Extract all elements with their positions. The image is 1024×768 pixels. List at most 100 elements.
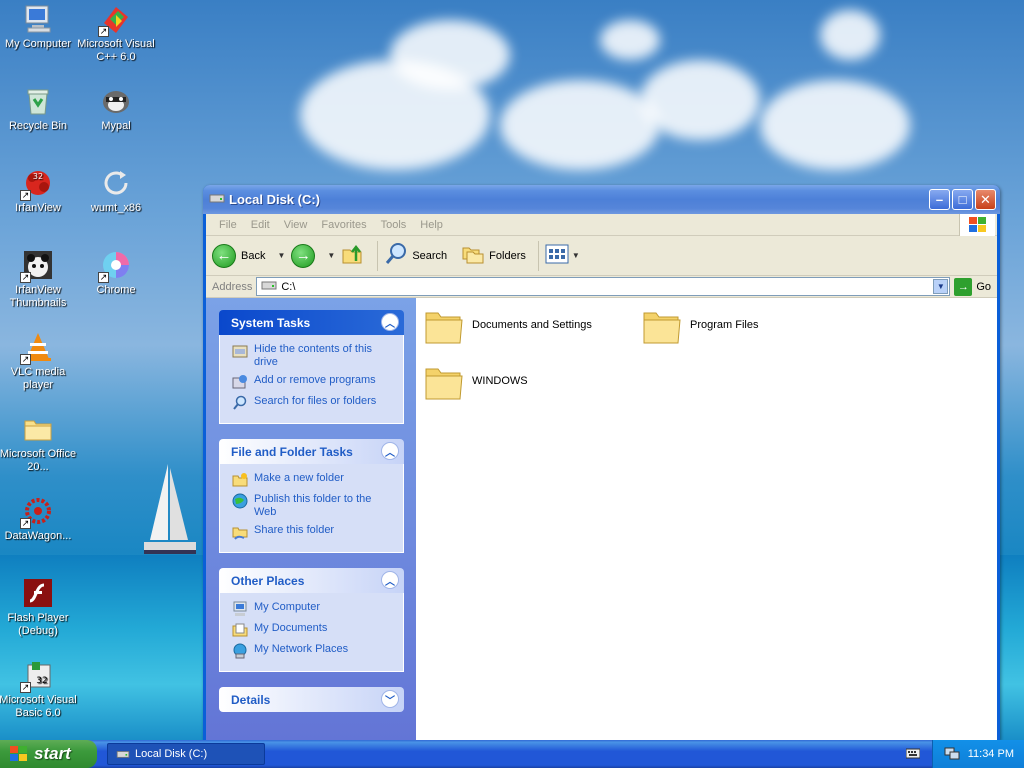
task-share-folder[interactable]: Share this folder bbox=[232, 524, 393, 540]
folders-icon bbox=[461, 242, 485, 269]
minimize-button[interactable]: – bbox=[929, 189, 950, 210]
irfanview-thumbnails-icon: ↗ bbox=[20, 249, 54, 283]
desktop-icon-chrome[interactable]: ↗ Chrome bbox=[76, 249, 156, 297]
cloud bbox=[820, 10, 880, 60]
file-folder-tasks-header[interactable]: File and Folder Tasks ︿ bbox=[219, 439, 404, 464]
drive-icon bbox=[209, 192, 225, 207]
task-label: Search for files or folders bbox=[254, 395, 377, 407]
desktop-icon-my-computer[interactable]: My Computer bbox=[0, 3, 78, 51]
go-button[interactable]: → Go bbox=[954, 277, 991, 296]
desktop-icon-datawagon[interactable]: ↗ DataWagon... bbox=[0, 495, 78, 543]
task-add-remove-programs[interactable]: Add or remove programs bbox=[232, 374, 393, 390]
system-tasks-header[interactable]: System Tasks ︿ bbox=[219, 310, 404, 335]
search-button[interactable]: Search bbox=[384, 242, 447, 269]
desktop-icon-visual-cpp[interactable]: ↗ Microsoft Visual C++ 6.0 bbox=[76, 3, 156, 64]
go-label: Go bbox=[976, 280, 991, 293]
forward-arrow-icon: → bbox=[291, 243, 316, 268]
views-icon bbox=[545, 244, 569, 267]
window-content: System Tasks ︿ Hide the contents of this… bbox=[206, 298, 997, 740]
forward-button[interactable]: → bbox=[291, 243, 316, 268]
cloud bbox=[760, 80, 910, 170]
desktop-icon-label: Chrome bbox=[96, 284, 136, 296]
system-tasks-body: Hide the contents of this drive Add or r… bbox=[219, 335, 404, 424]
menu-help[interactable]: Help bbox=[413, 219, 450, 231]
my-computer-icon bbox=[232, 601, 248, 617]
task-publish-folder[interactable]: Publish this folder to the Web bbox=[232, 493, 393, 519]
datawagon-icon: ↗ bbox=[20, 495, 54, 529]
back-button[interactable]: ← Back bbox=[212, 243, 266, 268]
desktop-icon-irfanview-thumbnails[interactable]: ↗ IrfanView Thumbnails bbox=[0, 249, 78, 310]
place-my-documents[interactable]: My Documents bbox=[232, 622, 393, 638]
forward-dropdown-icon[interactable]: ▼ bbox=[327, 251, 335, 260]
folder-icon bbox=[424, 364, 464, 400]
menu-bar: File Edit View Favorites Tools Help bbox=[206, 214, 997, 236]
taskbar-window-button[interactable]: Local Disk (C:) bbox=[107, 743, 265, 765]
search-icon bbox=[384, 242, 408, 269]
close-button[interactable]: ✕ bbox=[975, 189, 996, 210]
svg-text:32: 32 bbox=[33, 172, 43, 181]
folder-name: Documents and Settings bbox=[472, 319, 592, 331]
shortcut-arrow-icon: ↗ bbox=[20, 682, 31, 693]
sailboat-image bbox=[144, 464, 196, 554]
folders-button[interactable]: Folders bbox=[461, 242, 526, 269]
network-places-icon bbox=[232, 643, 248, 659]
desktop-icon-label: VLC media player bbox=[10, 366, 66, 391]
task-label: Add or remove programs bbox=[254, 374, 376, 386]
details-header[interactable]: Details ﹀ bbox=[219, 687, 404, 712]
place-my-computer[interactable]: My Computer bbox=[232, 601, 393, 617]
desktop-icon-label: Microsoft Visual Basic 6.0 bbox=[0, 694, 77, 719]
folder-item[interactable]: Program Files bbox=[642, 308, 842, 344]
close-icon: ✕ bbox=[980, 191, 991, 207]
shortcut-arrow-icon: ↗ bbox=[20, 272, 31, 283]
up-folder-button[interactable] bbox=[341, 242, 365, 269]
shortcut-arrow-icon: ↗ bbox=[20, 518, 31, 529]
toolbar-separator bbox=[537, 240, 539, 271]
address-value: C:\ bbox=[281, 280, 296, 293]
other-places-header[interactable]: Other Places ︿ bbox=[219, 568, 404, 593]
task-search-files[interactable]: Search for files or folders bbox=[232, 395, 393, 411]
desktop-icon-recycle-bin[interactable]: Recycle Bin bbox=[0, 85, 78, 133]
title-bar[interactable]: Local Disk (C:) – □ ✕ bbox=[203, 185, 1000, 214]
desktop-icon-visual-basic[interactable]: 32 ↗ Microsoft Visual Basic 6.0 bbox=[0, 659, 78, 720]
folder-icon bbox=[642, 308, 682, 344]
menu-edit[interactable]: Edit bbox=[244, 219, 277, 231]
menu-tools[interactable]: Tools bbox=[374, 219, 414, 231]
address-input[interactable]: C:\ ▼ bbox=[256, 277, 951, 296]
task-label: Publish this folder to the Web bbox=[254, 493, 372, 518]
folder-item[interactable]: Documents and Settings bbox=[424, 308, 624, 344]
desktop-icon-ms-office[interactable]: Microsoft Office 20... bbox=[0, 413, 78, 474]
menu-file[interactable]: File bbox=[212, 219, 244, 231]
chevron-down-icon[interactable]: ﹀ bbox=[381, 690, 399, 708]
chevron-up-icon[interactable]: ︿ bbox=[381, 571, 399, 589]
menu-view[interactable]: View bbox=[277, 219, 315, 231]
keyboard-icon[interactable] bbox=[906, 747, 920, 759]
desktop-icon-flash-player[interactable]: Flash Player (Debug) bbox=[0, 577, 78, 638]
desktop-icon-mypal[interactable]: Mypal bbox=[76, 85, 156, 133]
chevron-up-icon[interactable]: ︿ bbox=[381, 442, 399, 460]
shortcut-arrow-icon: ↗ bbox=[98, 26, 109, 37]
desktop-icon-label: Microsoft Office 20... bbox=[0, 448, 77, 473]
recycle-bin-icon bbox=[22, 85, 54, 117]
back-label: Back bbox=[241, 249, 266, 262]
my-documents-icon bbox=[232, 622, 248, 638]
back-dropdown-icon[interactable]: ▼ bbox=[277, 251, 285, 260]
cloud bbox=[640, 60, 760, 140]
cloud bbox=[500, 80, 660, 170]
task-make-new-folder[interactable]: Make a new folder bbox=[232, 472, 393, 488]
chevron-up-icon[interactable]: ︿ bbox=[381, 313, 399, 331]
desktop-icon-vlc[interactable]: ↗ VLC media player bbox=[0, 331, 78, 392]
network-icon[interactable] bbox=[944, 747, 960, 761]
desktop-icon-irfanview[interactable]: 32 ↗ IrfanView bbox=[0, 167, 78, 215]
folder-item[interactable]: WINDOWS bbox=[424, 364, 624, 400]
address-dropdown-icon[interactable]: ▼ bbox=[933, 279, 949, 294]
task-hide-drive-contents[interactable]: Hide the contents of this drive bbox=[232, 343, 393, 369]
clock[interactable]: 11:34 PM bbox=[968, 748, 1014, 760]
start-button[interactable]: start bbox=[0, 740, 97, 768]
desktop-icon-wumt[interactable]: wumt_x86 bbox=[76, 167, 156, 215]
minimize-icon: – bbox=[935, 192, 944, 207]
explorer-window[interactable]: Local Disk (C:) – □ ✕ File Edit View Fav… bbox=[203, 185, 1000, 740]
place-my-network-places[interactable]: My Network Places bbox=[232, 643, 393, 659]
views-button[interactable]: ▼ bbox=[545, 244, 580, 267]
maximize-button[interactable]: □ bbox=[952, 189, 973, 210]
menu-favorites[interactable]: Favorites bbox=[314, 219, 373, 231]
